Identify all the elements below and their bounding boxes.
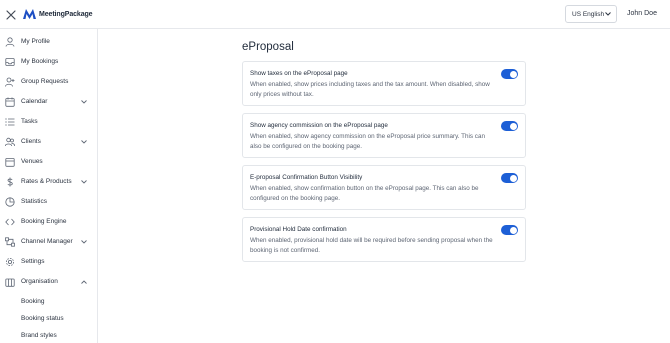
logo-mark-icon (23, 9, 36, 19)
user-icon (5, 37, 15, 47)
sidebar-item-label: Channel Manager (21, 238, 73, 245)
language-value: US English (572, 10, 605, 18)
sidebar-item-settings[interactable]: Settings (0, 252, 97, 272)
setting-description: When enabled, provisional hold date will… (250, 237, 493, 254)
setting-card-provisional-hold: Provisional Hold Date confirmation When … (242, 217, 526, 262)
setting-title: E-proposal Confirmation Button Visibilit… (250, 174, 363, 181)
sidebar-item-label: Organisation (21, 278, 58, 285)
building-icon (5, 158, 15, 167)
user-plus-icon (5, 77, 15, 87)
sidebar-item-my-profile[interactable]: My Profile (0, 32, 97, 52)
provisional-hold-toggle[interactable] (501, 225, 518, 235)
sidebar-item-my-bookings[interactable]: My Bookings (0, 52, 97, 72)
setting-card-show-taxes: Show taxes on the eProposal page When en… (242, 61, 526, 106)
sidebar-item-group-requests[interactable]: Group Requests (0, 72, 97, 92)
chevron-down-icon[interactable] (81, 100, 87, 104)
sidebar-item-clients[interactable]: Clients (0, 132, 97, 152)
language-select[interactable]: US English (565, 5, 617, 23)
sidebar-item-organisation[interactable]: Organisation (0, 272, 97, 292)
sidebar-item-label: Rates & Products (21, 178, 72, 185)
main-content: eProposal Show taxes on the eProposal pa… (98, 29, 670, 343)
sidebar-item-booking-engine[interactable]: Booking Engine (0, 212, 97, 232)
chevron-down-icon[interactable] (81, 180, 87, 184)
sidebar-item-label: Venues (21, 158, 43, 165)
sidebar-item-label: Settings (21, 258, 45, 265)
show-taxes-toggle[interactable] (501, 69, 518, 79)
setting-card-agency-commission: Show agency commission on the eProposal … (242, 113, 526, 158)
list-icon (5, 118, 15, 126)
sidebar-item-label: Clients (21, 138, 41, 145)
sidebar-subitem-brand-styles[interactable]: Brand styles (21, 332, 57, 339)
setting-title: Show agency commission on the eProposal … (250, 122, 388, 129)
share-icon (5, 237, 15, 247)
setting-description: When enabled, show confirmation button o… (250, 185, 479, 202)
chevron-down-icon[interactable] (81, 140, 87, 144)
user-menu[interactable]: John Doe (627, 10, 657, 17)
users-icon (5, 137, 15, 147)
sidebar-item-label: My Profile (21, 38, 50, 45)
toggle-knob (509, 174, 517, 182)
sidebar-item-venues[interactable]: Venues (0, 152, 97, 172)
agency-commission-toggle[interactable] (501, 121, 518, 131)
sidebar-item-statistics[interactable]: Statistics (0, 192, 97, 212)
top-bar: MeetingPackage US English John Doe (0, 0, 670, 29)
sidebar-item-rates-products[interactable]: Rates & Products (0, 172, 97, 192)
chevron-down-icon (605, 12, 611, 16)
calendar-icon (5, 97, 15, 107)
sidebar-item-label: Tasks (21, 118, 38, 125)
sidebar-item-tasks[interactable]: Tasks (0, 112, 97, 132)
sidebar-subitem-booking[interactable]: Booking (21, 298, 45, 305)
setting-description: When enabled, show prices including taxe… (250, 81, 490, 98)
setting-card-confirmation-button: E-proposal Confirmation Button Visibilit… (242, 165, 526, 210)
toggle-knob (509, 226, 517, 234)
sidebar-item-label: Statistics (21, 198, 48, 205)
sidebar-item-label: Calendar (21, 98, 48, 105)
code-icon (5, 218, 15, 226)
organisation-icon (5, 278, 15, 287)
close-icon[interactable] (5, 8, 17, 20)
sidebar-item-channel-manager[interactable]: Channel Manager (0, 232, 97, 252)
gear-icon (6, 258, 14, 266)
sidebar: My Profile My Bookings Group Requests Ca… (0, 29, 98, 343)
sidebar-item-calendar[interactable]: Calendar (0, 92, 97, 112)
sidebar-item-label: My Bookings (21, 58, 59, 65)
confirmation-button-toggle[interactable] (501, 173, 518, 183)
brand-logo[interactable]: MeetingPackage (23, 8, 93, 20)
sidebar-subitem-booking-status[interactable]: Booking status (21, 315, 64, 322)
sidebar-item-label: Group Requests (21, 78, 69, 85)
pie-chart-icon (5, 197, 15, 207)
setting-description: When enabled, show agency commission on … (250, 133, 485, 150)
chevron-down-icon[interactable] (81, 240, 87, 244)
toggle-knob (509, 122, 517, 130)
inbox-icon (5, 58, 15, 66)
page-title: eProposal (242, 41, 294, 53)
chevron-up-icon[interactable] (81, 280, 87, 284)
setting-title: Provisional Hold Date confirmation (250, 226, 347, 233)
setting-title: Show taxes on the eProposal page (250, 70, 348, 77)
dollar-icon (7, 177, 13, 187)
sidebar-item-label: Booking Engine (21, 218, 67, 225)
toggle-knob (509, 70, 517, 78)
brand-name: MeetingPackage (39, 10, 93, 18)
